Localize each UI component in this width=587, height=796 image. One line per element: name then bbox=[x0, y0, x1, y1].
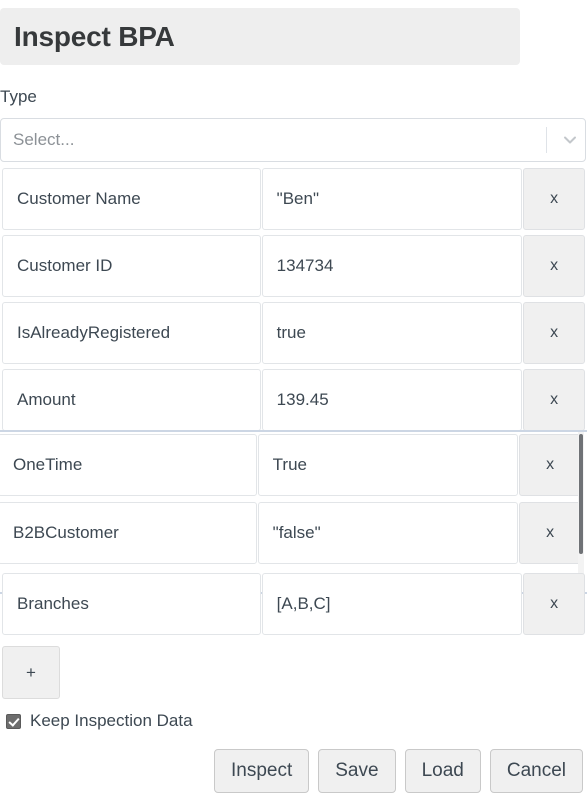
table-row: Customer Name "Ben" x bbox=[2, 168, 585, 230]
row-value-field[interactable]: "false" bbox=[257, 502, 519, 564]
row-value-field[interactable]: 139.45 bbox=[261, 369, 523, 431]
cancel-button[interactable]: Cancel bbox=[489, 749, 583, 793]
scrollbar-thumb[interactable] bbox=[579, 434, 583, 554]
row-key-field[interactable]: B2BCustomer bbox=[0, 502, 257, 564]
row-delete-button[interactable]: x bbox=[519, 434, 581, 496]
type-select-placeholder: Select... bbox=[13, 130, 75, 149]
load-button[interactable]: Load bbox=[404, 749, 481, 793]
dialog-title-bar: Inspect BPA bbox=[0, 8, 520, 65]
add-row-button[interactable]: + bbox=[2, 646, 60, 699]
save-button[interactable]: Save bbox=[318, 749, 396, 793]
keep-inspection-data-checkbox[interactable] bbox=[6, 713, 21, 729]
row-key-field[interactable]: IsAlreadyRegistered bbox=[2, 302, 261, 364]
row-value-field[interactable]: True bbox=[257, 434, 519, 496]
row-delete-button[interactable]: x bbox=[523, 573, 585, 635]
row-key-field[interactable]: OneTime bbox=[0, 434, 257, 496]
inspection-data-rows: Customer Name "Ben" x Customer ID 134734… bbox=[0, 168, 587, 635]
row-delete-button[interactable]: x bbox=[523, 235, 585, 297]
table-row: B2BCustomer "false" x bbox=[0, 502, 581, 564]
scroll-region-top-divider bbox=[0, 430, 587, 432]
row-key-field[interactable]: Customer ID bbox=[2, 235, 261, 297]
page-title: Inspect BPA bbox=[14, 20, 175, 52]
row-value-field[interactable]: true bbox=[261, 302, 523, 364]
dialog-footer: Inspect Save Load Cancel bbox=[0, 748, 587, 794]
row-delete-button[interactable]: x bbox=[523, 302, 585, 364]
inspect-button[interactable]: Inspect bbox=[213, 749, 310, 793]
row-value-field[interactable]: 134734 bbox=[261, 235, 523, 297]
row-key-field[interactable]: Amount bbox=[2, 369, 261, 431]
row-delete-button[interactable]: x bbox=[523, 168, 585, 230]
row-value-field[interactable]: [A,B,C] bbox=[261, 573, 523, 635]
type-field-label: Type bbox=[0, 87, 37, 106]
keep-inspection-data-label: Keep Inspection Data bbox=[30, 711, 193, 730]
row-key-field[interactable]: Customer Name bbox=[2, 168, 261, 230]
row-value-field[interactable]: "Ben" bbox=[261, 168, 523, 230]
row-delete-button[interactable]: x bbox=[519, 502, 581, 564]
table-row: Branches [A,B,C] x bbox=[2, 573, 585, 635]
select-separator bbox=[546, 127, 547, 153]
chevron-down-icon[interactable] bbox=[557, 130, 583, 150]
table-row: Customer ID 134734 x bbox=[2, 235, 585, 297]
row-key-field[interactable]: Branches bbox=[2, 573, 261, 635]
rows-vertical-scrollbar[interactable] bbox=[578, 432, 584, 590]
table-row: Amount 139.45 x bbox=[2, 369, 585, 431]
row-delete-button[interactable]: x bbox=[523, 369, 585, 431]
type-select[interactable]: Select... bbox=[0, 118, 586, 162]
keep-inspection-data-row: Keep Inspection Data bbox=[6, 711, 193, 731]
table-row: IsAlreadyRegistered true x bbox=[2, 302, 585, 364]
table-row: OneTime True x bbox=[0, 434, 581, 496]
